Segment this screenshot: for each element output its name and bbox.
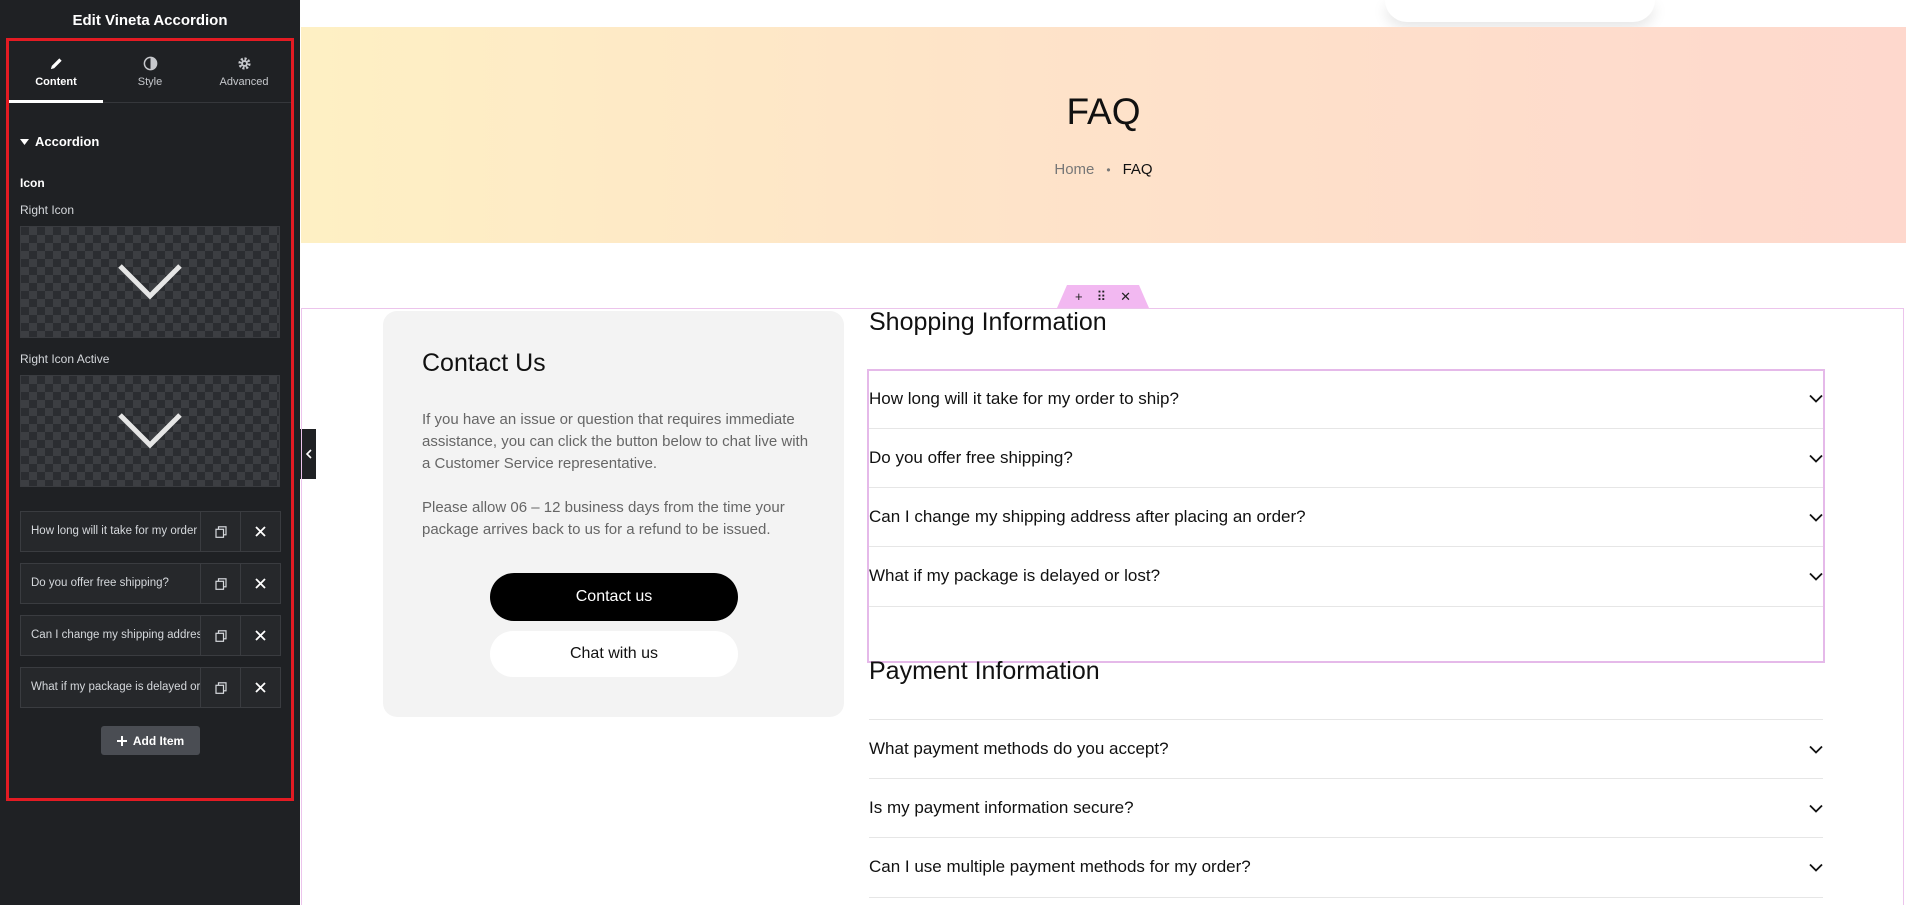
copy-icon [214, 525, 227, 538]
copy-icon [214, 681, 227, 694]
accordion-item-title: Can I change my shipping address after p… [869, 507, 1306, 526]
repeater-item-title[interactable]: Can I change my shipping address after p… [21, 616, 200, 655]
tab-advanced[interactable]: Advanced [197, 41, 291, 102]
pencil-icon [50, 57, 62, 69]
panel-title: Edit Vineta Accordion [72, 12, 228, 29]
contact-card: Contact Us If you have an issue or quest… [383, 311, 844, 717]
repeater-item-title[interactable]: How long will it take for my order to sh… [21, 512, 200, 551]
accordion-item[interactable]: Is my payment information secure? [869, 778, 1823, 837]
duplicate-button[interactable] [200, 512, 240, 551]
breadcrumb-home-link[interactable]: Home [1054, 161, 1094, 178]
accordion-item[interactable]: What if my package is delayed or lost? [869, 546, 1823, 605]
shopping-info-heading: Shopping Information [869, 308, 1107, 336]
close-icon [255, 682, 266, 693]
refund-note: Please allow 06 – 12 business days from … [422, 499, 785, 538]
copy-icon [214, 577, 227, 590]
gear-icon [237, 56, 251, 70]
accordion-section-title: Accordion [35, 134, 100, 149]
chevron-down-icon [1809, 804, 1823, 813]
chevron-down-icon [1809, 572, 1823, 581]
add-item-label: Add Item [132, 733, 185, 748]
accordion-item-title: What payment methods do you accept? [869, 739, 1169, 758]
chevron-down-icon [1809, 394, 1823, 403]
tab-advanced-label: Advanced [219, 75, 269, 88]
tab-content-label: Content [35, 75, 77, 88]
chevron-down-icon [1809, 863, 1823, 872]
add-section-button[interactable]: + [1075, 289, 1083, 304]
repeater-item-title[interactable]: What if my package is delayed or lost? [21, 668, 200, 707]
editor-panel: Edit Vineta Accordion Content Style Adva… [0, 0, 300, 905]
right-icon-picker[interactable] [20, 226, 280, 338]
duplicate-button[interactable] [200, 616, 240, 655]
repeater-item: How long will it take for my order to sh… [20, 511, 281, 552]
repeater-item: Can I change my shipping address after p… [20, 615, 281, 656]
accordion-item-title: Do you offer free shipping? [869, 448, 1073, 467]
tab-content[interactable]: Content [9, 41, 103, 103]
remove-button[interactable] [240, 616, 280, 655]
chevron-down-icon [118, 264, 182, 300]
contact-us-button[interactable]: Contact us [490, 573, 738, 621]
accordion-divider [869, 606, 1823, 607]
top-bar-shadow [1385, 0, 1655, 22]
remove-button[interactable] [240, 564, 280, 603]
repeater-item: What if my package is delayed or lost? [20, 667, 281, 708]
chevron-down-icon [1809, 513, 1823, 522]
half-circle-icon [143, 56, 157, 70]
chevron-down-icon [1809, 454, 1823, 463]
copy-icon [214, 629, 227, 642]
close-icon [255, 578, 266, 589]
caret-down-icon [20, 138, 29, 145]
breadcrumb-separator: • [1106, 162, 1111, 177]
remove-button[interactable] [240, 668, 280, 707]
right-icon-label: Right Icon [20, 203, 75, 217]
accordion-item-title: Is my payment information secure? [869, 798, 1134, 817]
remove-button[interactable] [240, 512, 280, 551]
tab-style-label: Style [137, 75, 163, 88]
add-item-button[interactable]: Add Item [101, 726, 200, 755]
contact-title: Contact Us [422, 349, 546, 377]
accordion-divider [869, 897, 1823, 898]
accordion-item[interactable]: How long will it take for my order to sh… [869, 369, 1823, 428]
accordion-item[interactable]: What payment methods do you accept? [869, 719, 1823, 778]
breadcrumb-current: FAQ [1122, 161, 1153, 178]
section-handle: + ⠿ ✕ [1057, 285, 1149, 308]
page-hero: FAQ Home • FAQ [301, 27, 1906, 243]
close-icon [255, 630, 266, 641]
panel-tabs: Content Style Advanced [9, 41, 291, 103]
delete-section-button[interactable]: ✕ [1120, 289, 1131, 305]
accordion-item[interactable]: Can I use multiple payment methods for m… [869, 837, 1823, 896]
close-icon [255, 526, 266, 537]
breadcrumb: Home • FAQ [301, 161, 1906, 178]
accordion-item[interactable]: Can I change my shipping address after p… [869, 487, 1823, 546]
contact-description: If you have an issue or question that re… [422, 411, 809, 472]
right-icon-active-label: Right Icon Active [20, 352, 110, 366]
repeater-item-title[interactable]: Do you offer free shipping? [21, 564, 200, 603]
accordion-item-title: How long will it take for my order to sh… [869, 388, 1179, 408]
page-title: FAQ [1066, 91, 1141, 132]
right-icon-active-picker[interactable] [20, 375, 280, 487]
icon-heading: Icon [20, 176, 45, 190]
move-section-handle[interactable]: ⠿ [1097, 289, 1107, 305]
duplicate-button[interactable] [200, 564, 240, 603]
chevron-down-icon [1809, 745, 1823, 754]
plus-icon [116, 735, 127, 746]
accordion-item-title: What if my package is delayed or lost? [869, 566, 1161, 585]
chevron-down-icon [118, 413, 182, 449]
duplicate-button[interactable] [200, 668, 240, 707]
tab-style[interactable]: Style [103, 41, 197, 102]
accordion-section-toggle[interactable]: Accordion [20, 134, 99, 149]
repeater-item: Do you offer free shipping? [20, 563, 281, 604]
accordion-item-title: Can I use multiple payment methods for m… [869, 857, 1251, 876]
chat-with-us-button[interactable]: Chat with us [490, 631, 738, 677]
payment-info-heading: Payment Information [869, 657, 1100, 685]
accordion-item[interactable]: Do you offer free shipping? [869, 428, 1823, 487]
